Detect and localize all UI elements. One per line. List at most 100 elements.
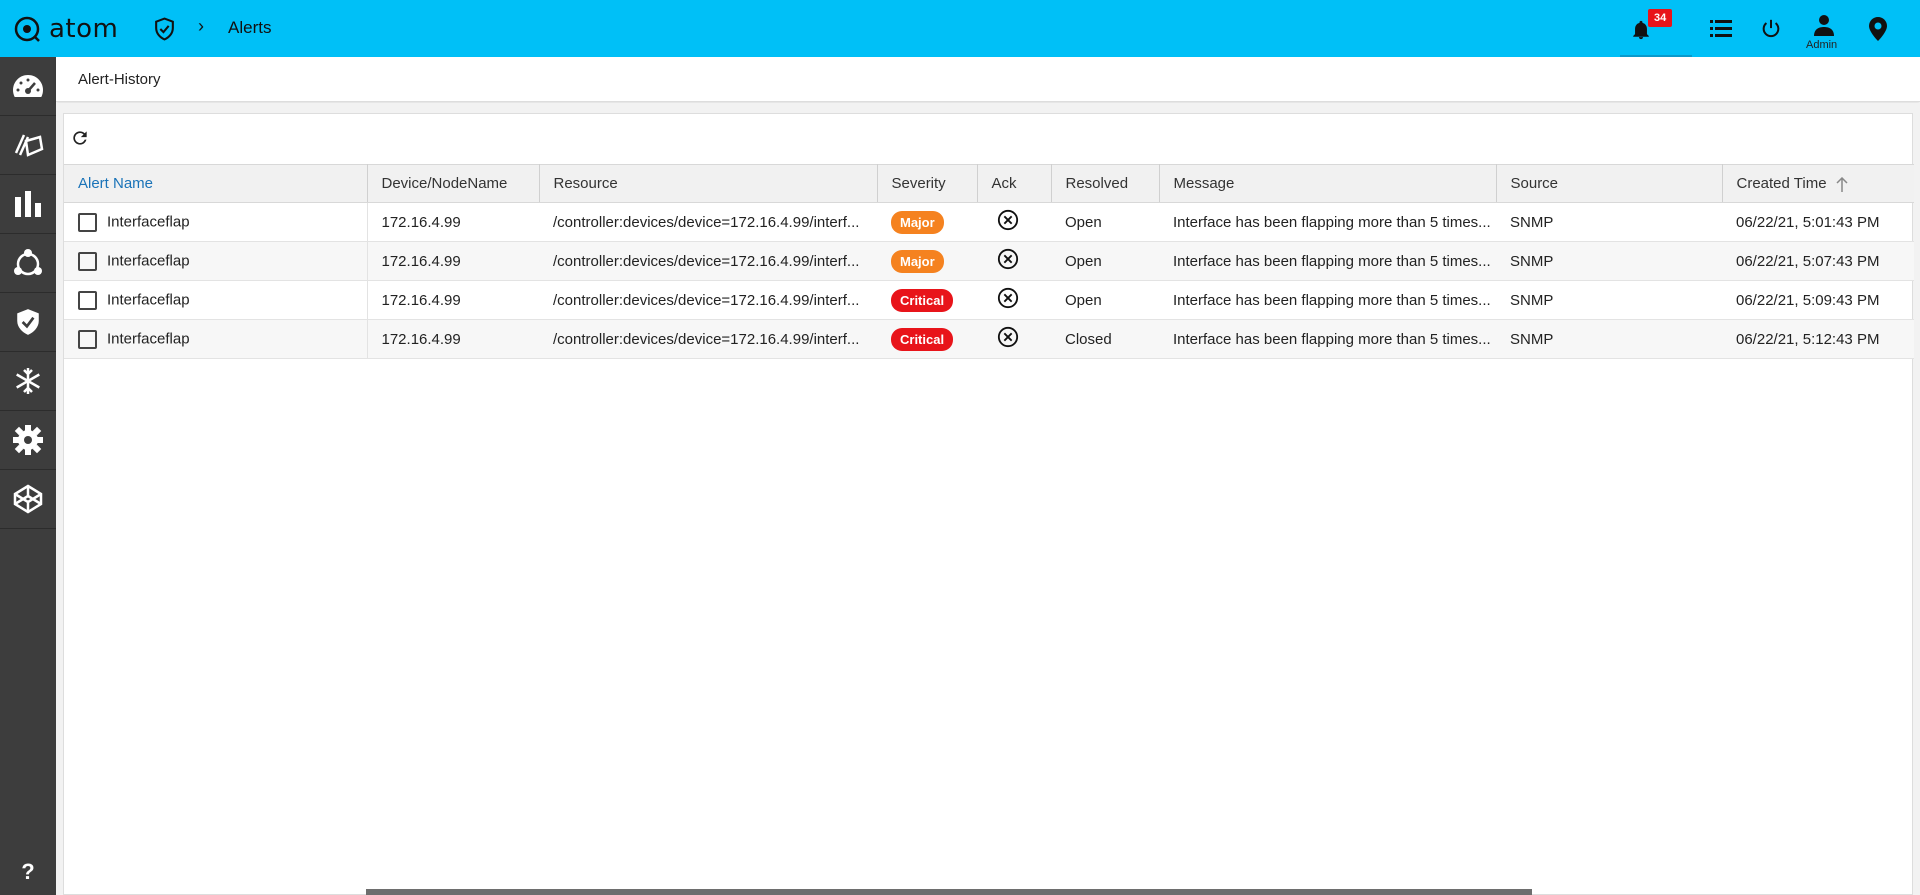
cell-source: SNMP — [1496, 202, 1722, 242]
cell-alert-name: Interfaceflap — [64, 319, 368, 359]
column-header-source[interactable]: Source — [1496, 164, 1723, 203]
column-header-message[interactable]: Message — [1159, 164, 1497, 203]
chevron-right-icon: › — [198, 16, 204, 36]
cell-alert-name: Interfaceflap — [64, 280, 368, 320]
list-icon[interactable] — [1710, 19, 1732, 43]
column-header-alert-name[interactable]: Alert Name — [64, 164, 368, 203]
cell-resource: /controller:devices/device=172.16.4.99/i… — [539, 241, 877, 281]
atom-logo[interactable]: atom — [13, 14, 118, 44]
table-row[interactable]: Interfaceflap 172.16.4.99/controller:devi… — [64, 202, 1914, 242]
devices-icon — [14, 134, 44, 157]
analytics-icon — [15, 191, 41, 217]
cell-device: 172.16.4.99 — [367, 280, 539, 320]
user-icon[interactable] — [1812, 14, 1836, 40]
sidebar-item-security[interactable] — [0, 293, 56, 352]
power-icon[interactable] — [1760, 18, 1782, 44]
row-select-checkbox[interactable] — [78, 329, 97, 349]
cell-resolved: Open — [1051, 280, 1159, 320]
column-header-resource[interactable]: Resource — [539, 164, 878, 203]
cell-message: Interface has been flapping more than 5 … — [1159, 319, 1496, 359]
cell-resource: /controller:devices/device=172.16.4.99/i… — [539, 280, 877, 320]
cell-severity: Major — [877, 202, 977, 242]
cell-created-time: 06/22/21, 5:01:43 PM — [1722, 202, 1914, 242]
cell-created-time: 06/22/21, 5:12:43 PM — [1722, 319, 1914, 359]
dashboard-icon — [13, 75, 43, 97]
cell-device: 172.16.4.99 — [367, 202, 539, 242]
cell-source: SNMP — [1496, 241, 1722, 281]
sidebar-item-settings[interactable] — [0, 411, 56, 470]
column-header-ack[interactable]: Ack — [977, 164, 1052, 203]
column-header-device[interactable]: Device/NodeName — [367, 164, 540, 203]
ack-cancel-icon[interactable] — [997, 209, 1019, 235]
codepen-cube-icon — [13, 484, 43, 514]
cell-alert-name: Interfaceflap — [64, 241, 368, 281]
cell-resolved: Closed — [1051, 319, 1159, 359]
column-header-created-time[interactable]: Created Time — [1722, 164, 1914, 203]
page-title: Alert-History — [78, 71, 161, 88]
ack-cancel-icon[interactable] — [997, 326, 1019, 352]
table-row[interactable]: Interfaceflap 172.16.4.99/controller:devi… — [64, 241, 1914, 281]
cell-severity: Critical — [877, 280, 977, 320]
notification-count-badge: 34 — [1648, 9, 1673, 27]
cell-ack — [977, 202, 1051, 242]
alert-history-card: Alert Name Device/NodeName Resource Seve… — [63, 113, 1914, 895]
cell-device: 172.16.4.99 — [367, 319, 539, 359]
atom-logo-icon — [14, 16, 40, 42]
severity-badge: Critical — [891, 327, 954, 351]
admin-label[interactable]: Admin — [1806, 39, 1837, 51]
cell-severity: Major — [877, 241, 977, 281]
cell-ack — [977, 241, 1051, 281]
row-select-checkbox[interactable] — [78, 251, 97, 271]
column-header-resolved[interactable]: Resolved — [1051, 164, 1160, 203]
cell-resolved: Open — [1051, 241, 1159, 281]
cell-source: SNMP — [1496, 319, 1722, 359]
table-toolbar — [64, 114, 1912, 164]
alert-name-text: Interfaceflap — [107, 290, 190, 308]
sidebar-item-dashboard[interactable] — [0, 57, 56, 116]
ack-cancel-icon[interactable] — [997, 248, 1019, 274]
column-header-severity[interactable]: Severity — [877, 164, 978, 203]
table-row[interactable]: Interfaceflap 172.16.4.99/controller:devi… — [64, 280, 1914, 320]
horizontal-scrollbar[interactable] — [366, 889, 1532, 895]
cell-resolved: Open — [1051, 202, 1159, 242]
alert-name-text: Interfaceflap — [107, 329, 190, 347]
severity-badge: Major — [891, 249, 944, 273]
cell-device: 172.16.4.99 — [367, 241, 539, 281]
column-header-created-time-label: Created Time — [1736, 175, 1827, 192]
sidebar-item-topology[interactable] — [0, 234, 56, 293]
row-select-checkbox[interactable] — [78, 290, 97, 310]
topology-icon — [14, 249, 42, 276]
cell-ack — [977, 319, 1051, 359]
shield-icon[interactable] — [152, 16, 177, 46]
page-header: Alert-History — [56, 57, 1920, 102]
cell-resource: /controller:devices/device=172.16.4.99/i… — [539, 319, 877, 359]
alert-name-text: Interfaceflap — [107, 251, 190, 269]
breadcrumb-alerts[interactable]: Alerts — [228, 18, 271, 38]
cell-message: Interface has been flapping more than 5 … — [1159, 280, 1496, 320]
table-header-row: Alert Name Device/NodeName Resource Seve… — [64, 164, 1914, 203]
table-row[interactable]: Interfaceflap 172.16.4.99/controller:devi… — [64, 319, 1914, 359]
severity-badge: Major — [891, 210, 944, 234]
security-shield-icon — [17, 309, 39, 335]
location-icon[interactable] — [1869, 17, 1887, 45]
cell-message: Interface has been flapping more than 5 … — [1159, 241, 1496, 281]
cell-ack — [977, 280, 1051, 320]
sidebar-item-services[interactable] — [0, 470, 56, 529]
sidebar: ? — [0, 57, 56, 895]
sidebar-item-snowflake[interactable] — [0, 352, 56, 411]
ack-cancel-icon[interactable] — [997, 287, 1019, 313]
refresh-icon[interactable] — [70, 128, 90, 152]
cell-resource: /controller:devices/device=172.16.4.99/i… — [539, 202, 877, 242]
row-select-checkbox[interactable] — [78, 212, 97, 232]
logo-text: atom — [49, 14, 119, 44]
snowflake-icon — [16, 368, 40, 394]
cell-created-time: 06/22/21, 5:09:43 PM — [1722, 280, 1914, 320]
sidebar-item-devices[interactable] — [0, 116, 56, 175]
sort-ascending-icon[interactable] — [1835, 176, 1849, 197]
cell-severity: Critical — [877, 319, 977, 359]
cell-created-time: 06/22/21, 5:07:43 PM — [1722, 241, 1914, 281]
help-icon[interactable]: ? — [0, 859, 56, 885]
alert-table: Alert Name Device/NodeName Resource Seve… — [64, 164, 1914, 359]
severity-badge: Critical — [891, 288, 954, 312]
sidebar-item-analytics[interactable] — [0, 175, 56, 234]
